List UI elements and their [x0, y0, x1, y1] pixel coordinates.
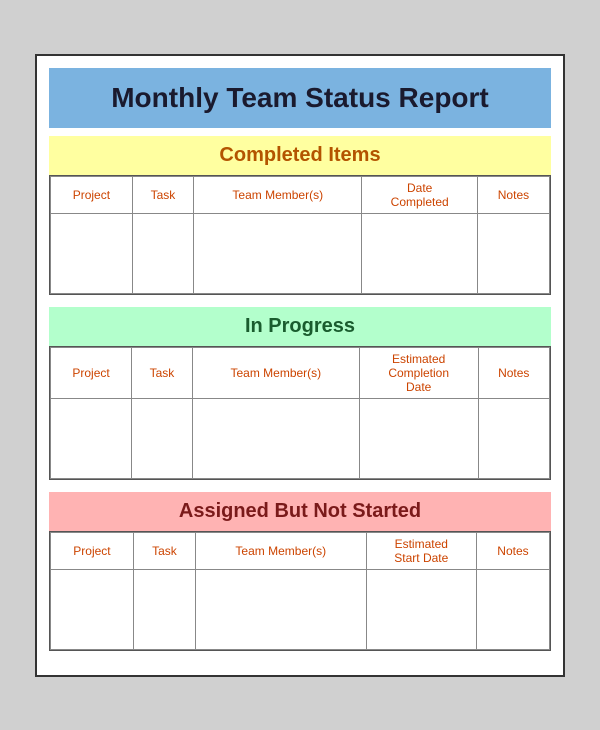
notstarted-table: Project Task Team Member(s) EstimatedSta… [50, 532, 550, 650]
report-title: Monthly Team Status Report [49, 68, 551, 128]
completed-row1-notes [477, 213, 549, 293]
inprogress-header: In Progress [49, 307, 551, 346]
notstarted-header-row: Project Task Team Member(s) EstimatedSta… [51, 532, 550, 569]
completed-header-row: Project Task Team Member(s) DateComplete… [51, 176, 550, 213]
completed-table: Project Task Team Member(s) DateComplete… [50, 176, 550, 294]
inprogress-col-members: Team Member(s) [192, 347, 359, 398]
inprogress-col-notes: Notes [478, 347, 549, 398]
notstarted-section: Assigned But Not Started Project Task Te… [49, 492, 551, 651]
completed-row1-task [132, 213, 193, 293]
completed-col-project: Project [51, 176, 133, 213]
inprogress-table: Project Task Team Member(s) EstimatedCom… [50, 347, 550, 479]
completed-row1-date [362, 213, 477, 293]
completed-row1-members [194, 213, 362, 293]
notstarted-row1-notes [476, 569, 549, 649]
notstarted-col-notes: Notes [476, 532, 549, 569]
completed-col-task: Task [132, 176, 193, 213]
notstarted-row-1 [51, 569, 550, 649]
completed-row-1 [51, 213, 550, 293]
inprogress-row-1 [51, 398, 550, 478]
completed-table-wrapper: Project Task Team Member(s) DateComplete… [49, 175, 551, 295]
notstarted-table-wrapper: Project Task Team Member(s) EstimatedSta… [49, 531, 551, 651]
completed-section: Completed Items Project Task Team Member… [49, 136, 551, 295]
completed-body [51, 213, 550, 293]
notstarted-body [51, 569, 550, 649]
notstarted-row1-members [195, 569, 366, 649]
inprogress-col-task: Task [132, 347, 193, 398]
inprogress-col-project: Project [51, 347, 132, 398]
notstarted-col-date: EstimatedStart Date [366, 532, 476, 569]
completed-col-notes: Notes [477, 176, 549, 213]
completed-col-members: Team Member(s) [194, 176, 362, 213]
completed-col-date: DateCompleted [362, 176, 477, 213]
inprogress-row1-project [51, 398, 132, 478]
inprogress-body [51, 398, 550, 478]
notstarted-col-project: Project [51, 532, 134, 569]
inprogress-col-date: EstimatedCompletionDate [359, 347, 478, 398]
notstarted-row1-project [51, 569, 134, 649]
completed-header: Completed Items [49, 136, 551, 175]
notstarted-row1-task [133, 569, 195, 649]
notstarted-col-members: Team Member(s) [195, 532, 366, 569]
inprogress-row1-members [192, 398, 359, 478]
inprogress-header-row: Project Task Team Member(s) EstimatedCom… [51, 347, 550, 398]
inprogress-row1-notes [478, 398, 549, 478]
notstarted-row1-date [366, 569, 476, 649]
inprogress-table-wrapper: Project Task Team Member(s) EstimatedCom… [49, 346, 551, 480]
inprogress-row1-task [132, 398, 193, 478]
inprogress-row1-date [359, 398, 478, 478]
report-container: Monthly Team Status Report Completed Ite… [35, 54, 565, 677]
notstarted-header: Assigned But Not Started [49, 492, 551, 531]
notstarted-col-task: Task [133, 532, 195, 569]
inprogress-section: In Progress Project Task Team Member(s) … [49, 307, 551, 480]
completed-row1-project [51, 213, 133, 293]
